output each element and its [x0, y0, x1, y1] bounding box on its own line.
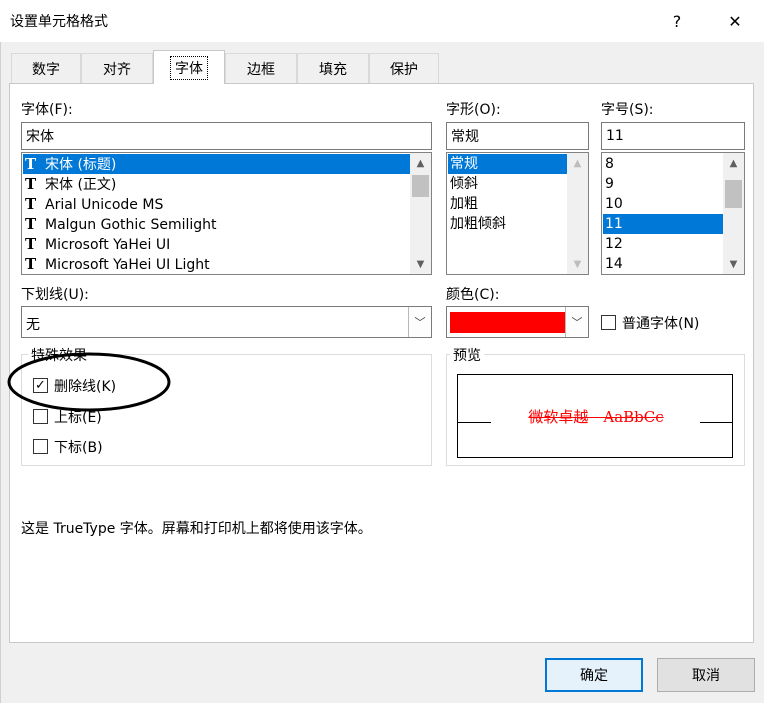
color-label: 颜色(C):	[446, 287, 500, 303]
font-list-item[interactable]: T 宋体 (正文)	[23, 174, 411, 194]
size-list-item[interactable]: 12	[603, 234, 724, 254]
font-info-text: 这是 TrueType 字体。屏幕和打印机上都将使用该字体。	[21, 521, 372, 537]
title-bar	[0, 0, 764, 42]
font-label: 字体(F):	[21, 102, 73, 118]
size-list[interactable]: 8 9 10 11 12 14 ▲ ▼	[601, 152, 745, 275]
preview-text: 微软卓越 AaBbCc	[528, 408, 664, 426]
scroll-down-icon[interactable]: ▼	[410, 254, 431, 274]
scroll-thumb[interactable]	[725, 180, 742, 208]
window-title: 设置单元格格式	[10, 14, 108, 30]
tab-number[interactable]: 数字	[11, 53, 81, 83]
size-label: 字号(S):	[601, 102, 654, 118]
style-list-item[interactable]: 常规	[448, 154, 568, 174]
tab-alignment[interactable]: 对齐	[81, 53, 153, 83]
size-list-item[interactable]: 8	[603, 154, 724, 174]
style-list[interactable]: 常规 倾斜 加粗 加粗倾斜 ▲ ▼	[446, 152, 589, 275]
scroll-up-icon[interactable]: ▲	[723, 153, 744, 173]
size-list-scrollbar[interactable]: ▲ ▼	[723, 153, 744, 274]
color-swatch	[450, 312, 566, 333]
annotation-ellipse	[7, 352, 171, 412]
style-list-item[interactable]: 倾斜	[448, 174, 568, 194]
tab-font[interactable]: 字体	[153, 50, 225, 84]
scroll-down-icon[interactable]: ▼	[723, 254, 744, 274]
scroll-down-icon[interactable]: ▼	[567, 254, 588, 274]
subscript-label[interactable]: 下标(B)	[54, 437, 103, 457]
ok-button[interactable]: 确定	[545, 658, 643, 692]
subscript-checkbox[interactable]	[33, 439, 48, 454]
color-select[interactable]: ﹀	[446, 306, 589, 338]
font-list[interactable]: T 宋体 (标题) T 宋体 (正文) T Arial Unicode MS T Mal…	[21, 152, 432, 275]
font-list-item[interactable]: T Arial Unicode MS	[23, 194, 411, 214]
truetype-icon: T	[25, 155, 37, 173]
style-list-item[interactable]: 加粗	[448, 194, 568, 214]
cancel-button[interactable]: 取消	[657, 658, 755, 692]
truetype-icon: T	[25, 255, 37, 273]
style-list-item[interactable]: 加粗倾斜	[448, 214, 568, 234]
truetype-icon: T	[25, 175, 37, 193]
font-list-item[interactable]: T Microsoft YaHei UI Light	[23, 254, 411, 274]
truetype-icon: T	[25, 195, 37, 213]
style-label: 字形(O):	[446, 102, 501, 118]
preview-box: 微软卓越 AaBbCc	[457, 374, 733, 458]
normal-font-label[interactable]: 普通字体(N)	[622, 313, 699, 333]
chevron-down-icon[interactable]: ﹀	[565, 307, 588, 337]
font-list-item[interactable]: T Microsoft YaHei UI	[23, 234, 411, 254]
size-list-item[interactable]: 10	[603, 194, 724, 214]
tab-fill[interactable]: 填充	[297, 53, 369, 83]
font-list-scrollbar[interactable]: ▲ ▼	[410, 153, 431, 274]
underline-select[interactable]: 无 ﹀	[21, 306, 432, 338]
size-list-item[interactable]: 14	[603, 254, 724, 274]
font-list-item[interactable]: T 宋体 (标题)	[23, 154, 411, 174]
help-button[interactable]: ?	[654, 6, 700, 36]
size-list-item[interactable]: 9	[603, 174, 724, 194]
tab-border[interactable]: 边框	[225, 53, 297, 83]
close-button[interactable]: ✕	[712, 6, 758, 36]
normal-font-checkbox[interactable]	[601, 315, 616, 330]
style-list-scrollbar[interactable]: ▲ ▼	[567, 153, 588, 274]
scroll-up-icon[interactable]: ▲	[567, 153, 588, 173]
truetype-icon: T	[25, 235, 37, 253]
truetype-icon: T	[25, 215, 37, 233]
close-icon: ✕	[728, 11, 742, 31]
font-input[interactable]: 宋体	[21, 122, 432, 150]
underline-label: 下划线(U):	[21, 287, 89, 303]
font-list-item[interactable]: T Malgun Gothic Semilight	[23, 214, 411, 234]
style-input[interactable]: 常规	[446, 122, 589, 150]
scroll-thumb[interactable]	[412, 175, 429, 197]
chevron-down-icon[interactable]: ﹀	[408, 307, 431, 337]
size-list-item[interactable]: 11	[603, 214, 724, 234]
tab-protection[interactable]: 保护	[369, 53, 439, 83]
size-input[interactable]: 11	[601, 122, 745, 150]
preview-title: 预览	[450, 345, 484, 365]
scroll-up-icon[interactable]: ▲	[410, 153, 431, 173]
underline-value: 无	[26, 317, 40, 333]
